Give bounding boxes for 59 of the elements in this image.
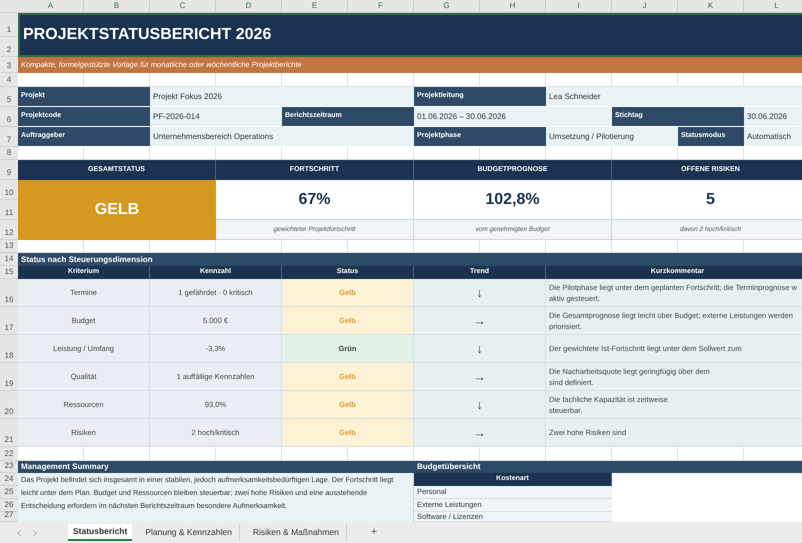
column-header: F xyxy=(348,0,414,13)
column-header: G xyxy=(414,0,480,13)
column-header: A xyxy=(18,0,84,13)
field-value: Projekt Fokus 2026 xyxy=(150,87,414,107)
field-value: Automatisch xyxy=(744,127,802,147)
row-number: 17 xyxy=(0,307,18,335)
column-header: K xyxy=(678,0,744,13)
row-number: 3 xyxy=(0,57,18,73)
row-number: 2 xyxy=(0,37,18,57)
row-number: 7 xyxy=(0,127,18,147)
sheet-tab[interactable]: Risiken & Maßnahmen xyxy=(246,524,347,541)
row-number: 26 xyxy=(0,499,18,512)
row-number: 8 xyxy=(0,147,18,160)
row-number: 18 xyxy=(0,335,18,363)
column-header: D xyxy=(216,0,282,13)
row-number: 5 xyxy=(0,87,18,107)
field-value: Unternehmensbereich Operations xyxy=(150,127,414,147)
section-title: Budgetübersicht xyxy=(414,461,802,473)
column-header: I xyxy=(546,0,612,13)
report-title: PROJEKTSTATUSBERICHT 2026 xyxy=(18,13,802,57)
row-number: 16 xyxy=(0,279,18,307)
row-number: 25 xyxy=(0,486,18,499)
sheet-tab[interactable]: Planung & Kennzahlen xyxy=(138,524,240,541)
kpi-value: 67% xyxy=(216,180,414,220)
kpi-value: 102,8% xyxy=(414,180,612,220)
row-number: 21 xyxy=(0,419,18,447)
row-number: 4 xyxy=(0,73,18,87)
section-title: Status nach Steuerungsdimension xyxy=(18,253,802,266)
row-number: 15 xyxy=(0,266,18,279)
row-number: 27 xyxy=(0,512,18,522)
row-number: 6 xyxy=(0,107,18,127)
sheet-tab[interactable]: Statusbericht xyxy=(68,524,132,541)
column-header: E xyxy=(282,0,348,13)
field-value: Lea Schneider xyxy=(546,87,802,107)
corner-cell[interactable] xyxy=(0,0,18,13)
row-number: 11 xyxy=(0,200,18,220)
row-number: 24 xyxy=(0,473,18,486)
row-number: 10 xyxy=(0,180,18,200)
row-number: 1 xyxy=(0,13,18,37)
field-value: PF-2026-014 xyxy=(150,107,282,127)
field-value: 30.06.2026 xyxy=(744,107,802,127)
column-header: H xyxy=(480,0,546,13)
column-header: L xyxy=(744,0,802,13)
add-sheet-button[interactable]: + xyxy=(364,524,384,541)
row-number: 19 xyxy=(0,363,18,391)
field-value: Umsetzung / Pilotierung xyxy=(546,127,678,147)
status-tile: GELB xyxy=(18,180,216,240)
row-number: 13 xyxy=(0,240,18,253)
section-title: Management Summary xyxy=(18,461,414,473)
row-number: 9 xyxy=(0,160,18,180)
column-header: J xyxy=(612,0,678,13)
row-number: 22 xyxy=(0,447,18,461)
row-number: 12 xyxy=(0,220,18,240)
field-value: 01.06.2026 – 30.06.2026 xyxy=(414,107,612,127)
column-header: C xyxy=(150,0,216,13)
row-number: 23 xyxy=(0,461,18,473)
row-number: 20 xyxy=(0,391,18,419)
column-header: B xyxy=(84,0,150,13)
row-number: 14 xyxy=(0,253,18,266)
